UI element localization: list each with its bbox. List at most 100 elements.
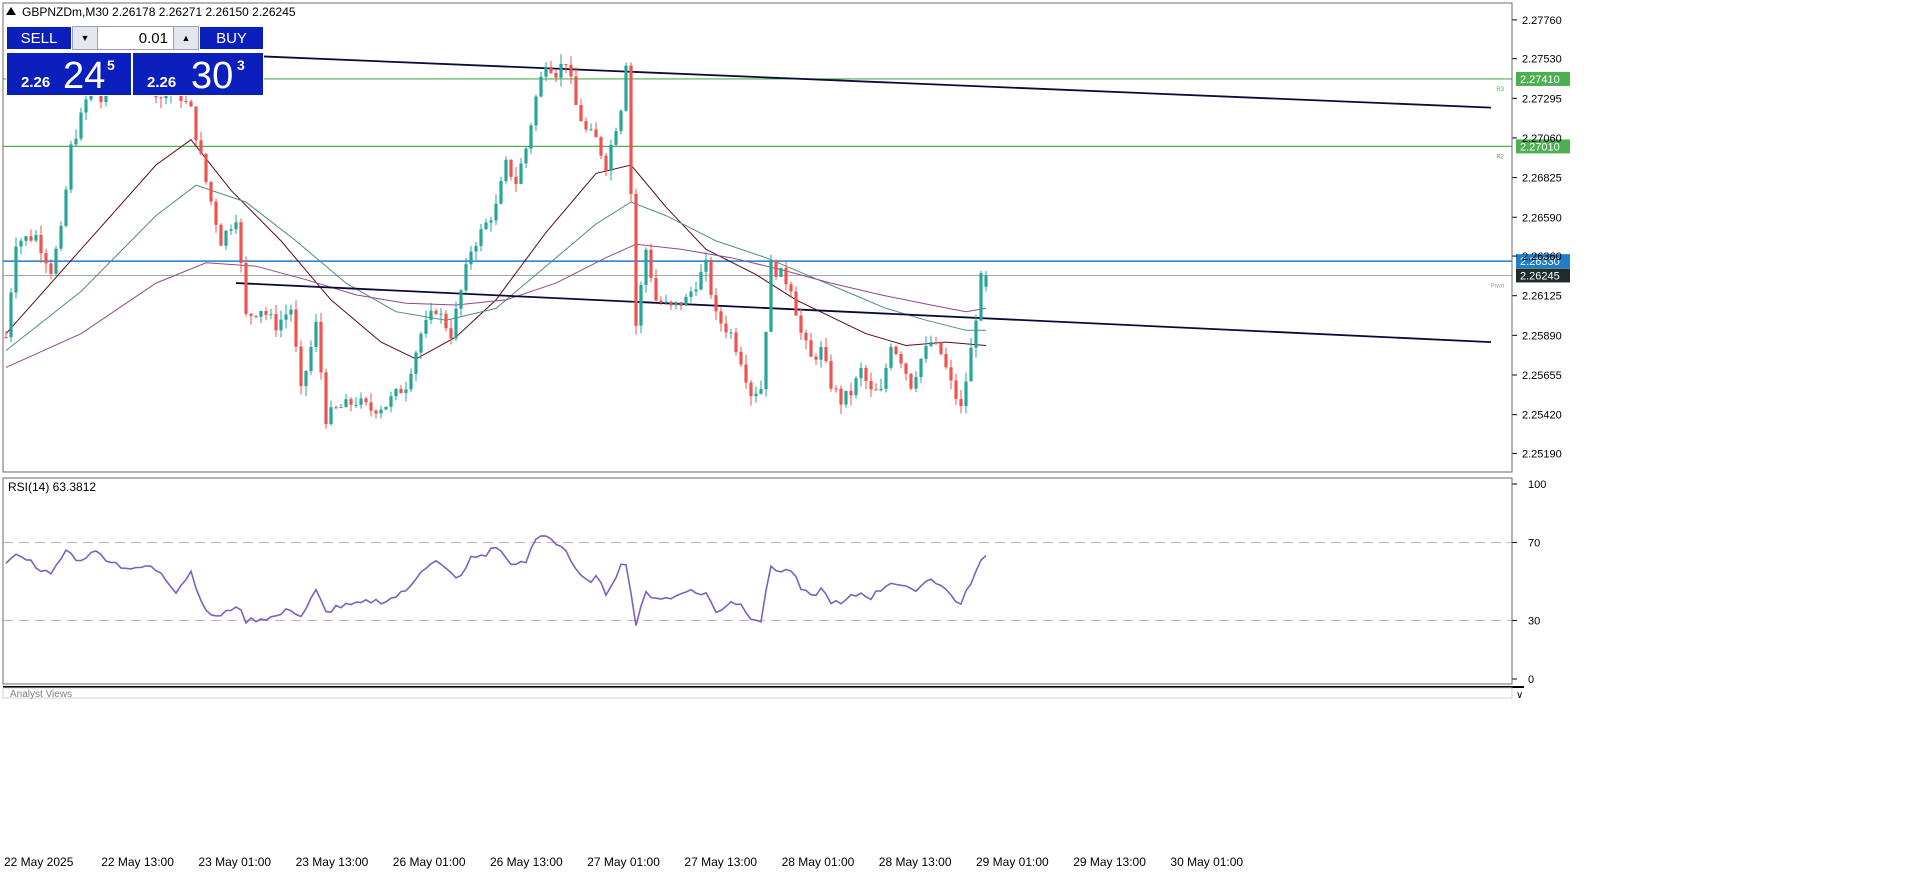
lot-decrease-icon[interactable]: ▼ [73,27,98,49]
candle-body [904,363,908,374]
level-price-label: 2.27410 [1520,74,1560,86]
time-axis-label: 23 May 01:00 [198,855,271,869]
analyst-views-tab [2,687,1513,699]
candle-body [669,301,673,306]
candle-body [254,315,258,317]
candle-body [294,309,298,347]
candle-body [319,321,323,373]
candle-body [204,153,208,182]
candle-body [39,234,43,254]
candle-body [569,64,573,77]
time-axis-label: 22 May 2025 [4,855,74,869]
candle-body [954,380,958,399]
candle-body [599,137,603,156]
candle-body [379,409,383,414]
candle-body [14,246,18,293]
price-axis-label: 2.26125 [1522,291,1562,303]
price-axis-label: 2.25190 [1522,448,1562,460]
candle-body [389,396,393,407]
candle-body [224,230,228,246]
candle-body [634,193,638,326]
candle-body [279,319,283,331]
candle-body [74,138,78,145]
candle-body [549,67,553,73]
candle-body [414,352,418,374]
lot-size-stepper[interactable]: ▼ 0.01 ▲ [72,26,199,50]
candle-body [804,332,808,341]
lot-size-input[interactable]: 0.01 [97,30,174,47]
time-axis-label: 26 May 13:00 [490,855,563,869]
candle-body [734,332,738,352]
sell-price-display[interactable]: 2.26 24 5 [6,52,132,97]
candle-body [564,63,568,65]
candle-body [649,249,653,278]
candle-body [824,347,828,362]
analyst-views-tab-label: Analyst Views [10,689,72,700]
candle-body [729,332,733,334]
candle-body [559,63,563,78]
candle-body [624,65,628,111]
candle-body [554,72,558,78]
lot-increase-icon[interactable]: ▲ [173,27,198,49]
candle-body [809,340,813,357]
price-axis-label: 2.27530 [1522,54,1562,66]
candle-body [914,377,918,389]
candle-body [424,320,428,334]
candle-body [189,101,193,107]
candle-body [614,131,618,145]
symbol-label: GBPNZDm,M30 [22,5,109,19]
candle-body [444,313,448,329]
candle-body [24,236,28,241]
candle-body [789,284,793,292]
candle-body [654,277,658,301]
level-label: Pivot [1491,283,1505,289]
time-axis-label: 28 May 13:00 [879,855,952,869]
candle-body [924,345,928,359]
buy-price-display[interactable]: 2.26 30 3 [132,52,264,97]
candle-body [589,129,593,131]
candle-body [964,381,968,407]
candle-body [529,125,533,149]
candle-body [514,176,518,184]
candle-body [639,284,643,326]
candle-body [219,224,223,246]
rsi-line [5,535,987,626]
candle-body [949,367,953,381]
candle-body [369,402,373,411]
candle-body [944,354,948,368]
buy-button[interactable]: BUY [199,26,264,50]
candle-body [839,388,843,405]
chart-menu-icon[interactable] [6,7,16,15]
candle-body [714,295,718,312]
candle-body [899,354,903,364]
price-axis-label: 2.27295 [1522,93,1562,105]
candle-body [689,291,693,297]
candle-body [284,314,288,320]
candle-body [439,313,443,315]
candle-body [814,356,818,360]
candle-body [384,406,388,410]
candle-body [884,367,888,389]
rsi-axis-label: 0 [1528,674,1534,686]
candle-body [799,315,803,333]
rsi-axis-label: 70 [1528,538,1540,550]
candle-body [429,310,433,321]
time-axis-label: 30 May 01:00 [1170,855,1243,869]
candle-body [459,290,463,309]
candle-body [664,301,668,303]
candle-body [184,101,188,103]
candle-body [854,378,858,396]
candle-body [479,229,483,246]
candle-body [29,236,33,241]
candle-body [754,393,758,397]
price-axis-label: 2.27760 [1522,15,1562,27]
candle-body [489,220,493,223]
level-label: R3 [1496,87,1504,93]
candle-body [359,398,363,405]
sell-button[interactable]: SELL [6,26,72,50]
candle-body [209,181,213,202]
candle-body [919,358,923,378]
candle-body [979,273,983,321]
candle-body [764,331,768,390]
candle-body [739,351,743,365]
